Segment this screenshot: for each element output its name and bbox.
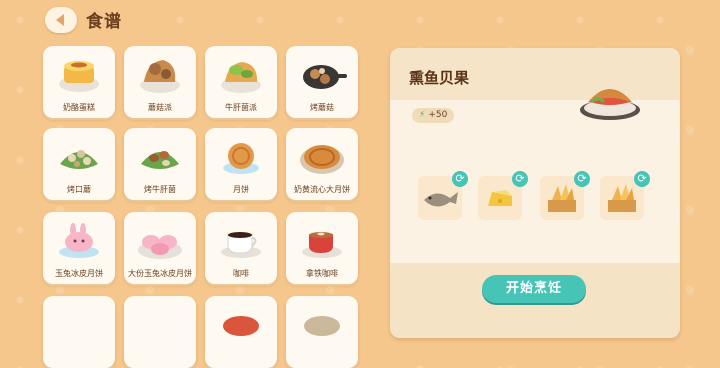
energy-value: +50 xyxy=(428,110,448,120)
mushroom-pie-icon xyxy=(140,60,180,93)
recipe-card[interactable]: 玉兔冰皮月饼 xyxy=(43,212,115,284)
recipe-detail-panel: 熏鱼贝果 ⚡ +50 ⟳ ⟳ ⟳ ⟳ 开始烹饪 xyxy=(390,48,680,338)
recipe-name: 月饼 xyxy=(233,185,249,194)
swap-icon[interactable]: ⟳ xyxy=(452,171,468,187)
recipe-name: 奶黄流心大月饼 xyxy=(294,185,350,194)
coffee-icon xyxy=(221,232,261,258)
recipe-name: 大份玉兔冰皮月饼 xyxy=(128,269,192,278)
recipe-name: 拿铁咖啡 xyxy=(306,269,338,278)
latte-icon xyxy=(302,232,342,258)
dish-icon xyxy=(223,316,259,336)
recipe-name: 牛肝菌派 xyxy=(225,103,257,112)
back-arrow-icon xyxy=(56,14,64,26)
large-rabbit-mooncake-icon xyxy=(138,235,182,259)
energy-badge: ⚡ +50 xyxy=(412,108,455,123)
recipe-name: 玉兔冰皮月饼 xyxy=(55,269,103,278)
ingredient-slot[interactable]: ⟳ xyxy=(600,171,650,220)
recipe-card[interactable] xyxy=(124,296,196,368)
back-button[interactable] xyxy=(45,7,77,33)
recipe-card[interactable]: 拿铁咖啡 xyxy=(286,212,358,284)
porcini-pie-icon xyxy=(221,62,261,93)
recipe-card[interactable]: 大份玉兔冰皮月饼 xyxy=(124,212,196,284)
recipe-card[interactable]: 咖啡 xyxy=(205,212,277,284)
cheesecake-icon xyxy=(59,61,99,92)
recipe-card[interactable]: 烤牛肝菌 xyxy=(124,128,196,200)
swap-icon[interactable]: ⟳ xyxy=(512,171,528,187)
page-title: 食谱 xyxy=(86,12,122,32)
recipe-card[interactable]: 烤蘑菇 xyxy=(286,46,358,118)
swap-icon[interactable]: ⟳ xyxy=(634,171,650,187)
swap-icon[interactable]: ⟳ xyxy=(574,171,590,187)
dish-icon xyxy=(304,316,340,336)
lightning-icon: ⚡ xyxy=(419,110,426,120)
recipe-title: 熏鱼贝果 xyxy=(409,69,470,87)
recipe-card[interactable]: 奶酪蛋糕 xyxy=(43,46,115,118)
recipe-name: 烤蘑菇 xyxy=(310,103,334,112)
custard-mooncake-icon xyxy=(300,145,344,174)
rabbit-snowskin-mooncake-icon xyxy=(59,223,99,258)
recipe-card[interactable] xyxy=(43,296,115,368)
recipe-name: 奶酪蛋糕 xyxy=(63,103,95,112)
recipe-card[interactable] xyxy=(205,296,277,368)
roasted-porcini-icon xyxy=(141,151,179,169)
recipe-grid: 奶酪蛋糕 蘑菇派 牛肝菌派 烤蘑菇 烤口蘑 烤牛肝菌 月饼 奶黄流心大月饼 玉兔… xyxy=(40,44,370,368)
roasted-mushroom-icon xyxy=(303,65,347,89)
recipe-card[interactable]: 烤口蘑 xyxy=(43,128,115,200)
ingredient-slot[interactable]: ⟳ xyxy=(540,171,590,220)
recipe-card[interactable]: 蘑菇派 xyxy=(124,46,196,118)
ingredient-slot[interactable]: ⟳ xyxy=(418,171,468,220)
recipe-card[interactable]: 牛肝菌派 xyxy=(205,46,277,118)
recipe-card[interactable]: 月饼 xyxy=(205,128,277,200)
mooncake-icon xyxy=(223,143,259,174)
recipe-name: 烤牛肝菌 xyxy=(144,185,176,194)
recipe-name: 蘑菇派 xyxy=(148,103,172,112)
start-cooking-button[interactable]: 开始烹饪 xyxy=(482,275,586,303)
recipe-name: 烤口蘑 xyxy=(67,185,91,194)
ingredient-slot[interactable]: ⟳ xyxy=(478,171,528,220)
roasted-button-mushroom-icon xyxy=(60,150,98,169)
recipe-name: 咖啡 xyxy=(233,269,249,278)
recipe-card[interactable] xyxy=(286,296,358,368)
smoked-fish-bagel-icon xyxy=(580,89,640,120)
recipe-card[interactable]: 奶黄流心大月饼 xyxy=(286,128,358,200)
